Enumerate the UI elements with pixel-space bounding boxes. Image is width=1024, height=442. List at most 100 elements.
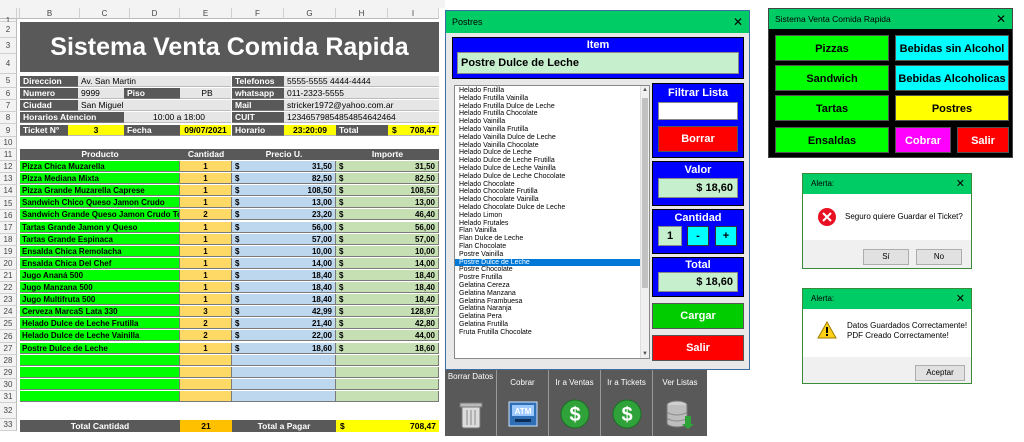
cantidad-cell[interactable]: 1 (180, 270, 232, 281)
cantidad-cell[interactable] (180, 379, 232, 390)
column-header[interactable]: C (80, 8, 130, 19)
close-icon[interactable]: ✕ (733, 11, 743, 33)
cantidad-cell[interactable]: 1 (180, 343, 232, 354)
list-item[interactable]: Gelatina Naranja (455, 305, 649, 313)
cantidad-cell[interactable]: 1 (180, 161, 232, 172)
row-header[interactable]: 4 (0, 54, 17, 74)
cantidad-cell[interactable] (180, 391, 232, 402)
row-header[interactable]: 33 (0, 419, 17, 431)
column-header[interactable]: I (388, 8, 439, 19)
list-item[interactable]: Helado Dulce de Leche (455, 149, 649, 157)
precio-cell[interactable] (232, 391, 336, 402)
importe-cell[interactable]: $31,50 (336, 161, 439, 172)
row-header[interactable]: 27 (0, 343, 17, 355)
info-titlebar[interactable]: Alerta: ✕ (803, 289, 971, 309)
producto-cell[interactable]: Jugo Ananá 500 (20, 270, 180, 281)
list-item[interactable]: Postre Frutilla (455, 274, 649, 282)
cantidad-cell[interactable]: 1 (180, 222, 232, 233)
cantidad-cell[interactable]: 2 (180, 330, 232, 341)
column-header[interactable]: B (20, 8, 80, 19)
importe-cell[interactable]: $18,40 (336, 270, 439, 281)
row-header[interactable]: 30 (0, 379, 17, 391)
producto-cell[interactable]: Pizza Mediana Mixta (20, 173, 180, 184)
cuit-value[interactable]: 12346579854854854642464 (284, 112, 439, 123)
postres-listbox[interactable]: Helado Frutilla Helado Frutilla Vainilla H… (454, 85, 650, 359)
salir-menu-button[interactable]: Salir (957, 127, 1009, 153)
precio-cell[interactable]: $13,00 (232, 197, 336, 208)
producto-cell[interactable]: Ensalda Chica Remolacha (20, 246, 180, 257)
listbox-scrollbar[interactable]: ▲ ▼ (640, 86, 649, 358)
precio-cell[interactable]: $14,00 (232, 258, 336, 269)
row-header[interactable]: 23 (0, 294, 17, 306)
row-header[interactable]: 9 (0, 124, 17, 137)
scroll-up-icon[interactable]: ▲ (642, 87, 648, 93)
close-icon[interactable]: ✕ (956, 289, 965, 309)
list-item[interactable]: Gelatina Frutilla (455, 321, 649, 329)
importe-cell[interactable]: $82,50 (336, 173, 439, 184)
precio-cell[interactable]: $18,40 (232, 270, 336, 281)
row-header[interactable]: 3 (0, 38, 17, 54)
horario-value[interactable]: 23:20:09 (284, 125, 336, 136)
row-header[interactable]: 11 (0, 149, 17, 161)
confirm-titlebar[interactable]: Alerta: ✕ (803, 174, 971, 194)
precio-cell[interactable]: $82,50 (232, 173, 336, 184)
producto-cell[interactable]: Pizza Grande Muzarella Caprese (20, 185, 180, 196)
list-item[interactable]: Postre Dulce de Leche (455, 258, 649, 267)
importe-cell[interactable]: $108,50 (336, 185, 439, 196)
importe-cell[interactable]: $14,00 (336, 258, 439, 269)
list-item[interactable]: Helado Frutales (455, 220, 649, 228)
row-header[interactable]: 12 (0, 161, 17, 173)
row-header[interactable]: 29 (0, 367, 17, 379)
importe-cell[interactable]: $42,80 (336, 318, 439, 329)
cantidad-cell[interactable] (180, 367, 232, 378)
precio-cell[interactable]: $18,60 (232, 343, 336, 354)
precio-cell[interactable]: $18,40 (232, 294, 336, 305)
list-item[interactable]: Flan Chocolate (455, 243, 649, 251)
increment-button[interactable]: + (715, 226, 737, 246)
importe-cell[interactable]: $18,40 (336, 282, 439, 293)
precio-cell[interactable]: $108,50 (232, 185, 336, 196)
list-item[interactable]: Gelatina Frambuesa (455, 298, 649, 306)
cantidad-cell[interactable]: 1 (180, 185, 232, 196)
list-item[interactable]: Flan Vainilla (455, 227, 649, 235)
importe-cell[interactable] (336, 379, 439, 390)
row-header[interactable]: 26 (0, 330, 17, 343)
importe-cell[interactable] (336, 391, 439, 402)
aceptar-button[interactable]: Aceptar (915, 365, 965, 381)
precio-cell[interactable]: $22,00 (232, 330, 336, 341)
list-item[interactable]: Gelatina Cereza (455, 282, 649, 290)
row-header[interactable]: 21 (0, 270, 17, 282)
ir-tickets-button[interactable]: Ir a Tickets $ (601, 370, 653, 436)
cobrar-button[interactable]: Cobrar ATM (497, 370, 549, 436)
whatsapp-value[interactable]: 011-2323-5555 (284, 88, 439, 99)
list-item[interactable]: Helado Frutilla (455, 87, 649, 95)
producto-cell[interactable]: Jugo Multifruta 500 (20, 294, 180, 305)
scroll-down-icon[interactable]: ▼ (642, 351, 648, 357)
direccion-value[interactable]: Av. San Martin (78, 76, 231, 87)
cantidad-cell[interactable]: 1 (180, 258, 232, 269)
precio-cell[interactable]: $21,40 (232, 318, 336, 329)
total-field[interactable]: $ 18,60 (658, 272, 738, 292)
cantidad-cell[interactable]: 2 (180, 209, 232, 220)
list-item[interactable]: Helado Chocolate Frutilla (455, 188, 649, 196)
row-header[interactable]: 22 (0, 282, 17, 294)
list-item[interactable]: Helado Dulce de Leche Chocolate (455, 173, 649, 181)
list-item[interactable]: Helado Frutilla Dulce de Leche (455, 103, 649, 111)
cantidad-cell[interactable]: 1 (180, 234, 232, 245)
row-header[interactable]: 17 (0, 222, 17, 234)
mail-value[interactable]: stricker1972@yahoo.com.ar (284, 100, 439, 111)
total-value-cell[interactable]: $ 708,47 (388, 125, 439, 136)
row-header[interactable]: 6 (0, 88, 17, 100)
row-header[interactable]: 13 (0, 173, 17, 185)
list-item[interactable]: Helado Chocolate (455, 181, 649, 189)
list-item[interactable]: Helado Frutilla Vainilla (455, 95, 649, 103)
column-header[interactable]: F (232, 8, 284, 19)
importe-cell[interactable]: $57,00 (336, 234, 439, 245)
list-item[interactable]: Helado Chocolate Dulce de Leche (455, 204, 649, 212)
row-header[interactable]: 7 (0, 100, 17, 112)
precio-cell[interactable]: $57,00 (232, 234, 336, 245)
row-header[interactable]: 28 (0, 355, 17, 367)
list-item[interactable]: Flan Dulce de Leche (455, 235, 649, 243)
importe-cell[interactable]: $56,00 (336, 222, 439, 233)
producto-cell[interactable] (20, 355, 180, 366)
